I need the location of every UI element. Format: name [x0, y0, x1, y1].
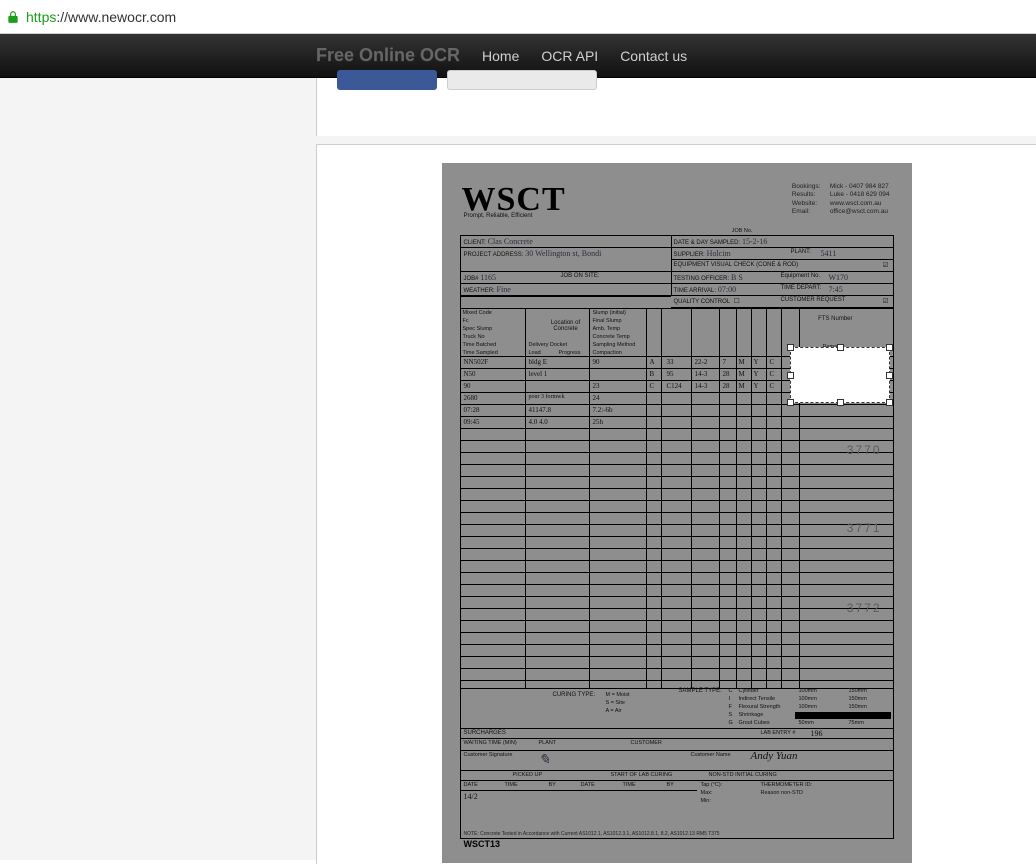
browser-url-bar[interactable]: https://www.newocr.com	[0, 0, 1036, 34]
jobno-label: JOB No.	[732, 228, 753, 234]
fts-header: FTS Number	[818, 316, 852, 322]
selection-handle-n[interactable]	[837, 344, 844, 351]
selection-handle-nw[interactable]	[787, 344, 794, 351]
lock-icon	[6, 10, 20, 24]
form-tagline: Prompt, Reliable, Efficient	[464, 213, 533, 219]
form-id: WSCT13	[464, 839, 501, 849]
loc-header: Location of Concrete	[541, 320, 591, 332]
page-body: WSCT Prompt, Reliable, Efficient Booking…	[0, 78, 1036, 860]
row-projectaddr: PROJECT ADDRESS: 30 Wellington st, Bondi	[461, 248, 671, 272]
ocr-selection-box[interactable]	[790, 347, 890, 403]
selection-handle-w[interactable]	[787, 372, 794, 379]
fts-number-2: 3770	[847, 443, 882, 457]
row-date: DATE & DAY SAMPLED: 15-2-16	[671, 236, 893, 248]
form-grid: JOB No. CLIENT: Clas Concrete PROJECT AD…	[460, 235, 894, 839]
form-note: NOTE: Concrete Tested in Accordance with…	[464, 831, 720, 837]
selection-handle-se[interactable]	[886, 399, 893, 406]
selection-handle-ne[interactable]	[886, 344, 893, 351]
selection-handle-sw[interactable]	[787, 399, 794, 406]
share-strip	[316, 78, 1036, 136]
row-weather: JOB# 1165 JOB ON SITE:	[461, 272, 671, 284]
row-qc: QUALITY CONTROL ☐ CUSTOMER REQUEST ☑	[671, 296, 893, 308]
ocr-image-preview[interactable]: WSCT Prompt, Reliable, Efficient Booking…	[316, 144, 1036, 864]
row-times: TIME ARRIVAL: 07:00 TIME DEPART: 7:45	[671, 284, 893, 296]
fts-number-3: 3771	[847, 521, 882, 535]
selection-handle-s[interactable]	[837, 399, 844, 406]
site-brand[interactable]: Free Online OCR	[316, 45, 460, 66]
fts-number-4: 3772	[847, 601, 882, 615]
share-button-facebook[interactable]	[337, 70, 437, 90]
nav-contact[interactable]: Contact us	[620, 48, 687, 64]
row-officer: TESTING OFFICER: B S Equipment No. W170	[671, 272, 893, 284]
row-client: CLIENT: Clas Concrete	[461, 236, 671, 248]
url-text: https://www.newocr.com	[26, 9, 176, 25]
row-weather2: WEATHER: Fine	[461, 284, 671, 296]
share-button-secondary[interactable]	[447, 70, 597, 90]
scanned-form: WSCT Prompt, Reliable, Efficient Booking…	[442, 163, 912, 863]
selection-handle-e[interactable]	[886, 372, 893, 379]
nav-api[interactable]: OCR API	[541, 48, 598, 64]
row-equip: EQUIPMENT VISUAL CHECK (CONE & ROD) ☑	[671, 260, 893, 272]
row-supplier: SUPPLIER: Holcim PLANT: 5411	[671, 248, 893, 260]
nav-home[interactable]: Home	[482, 48, 519, 64]
form-logo: WSCT	[462, 181, 566, 231]
form-contacts: Bookings:Mick - 0407 984 827 Results:Luk…	[792, 183, 890, 217]
